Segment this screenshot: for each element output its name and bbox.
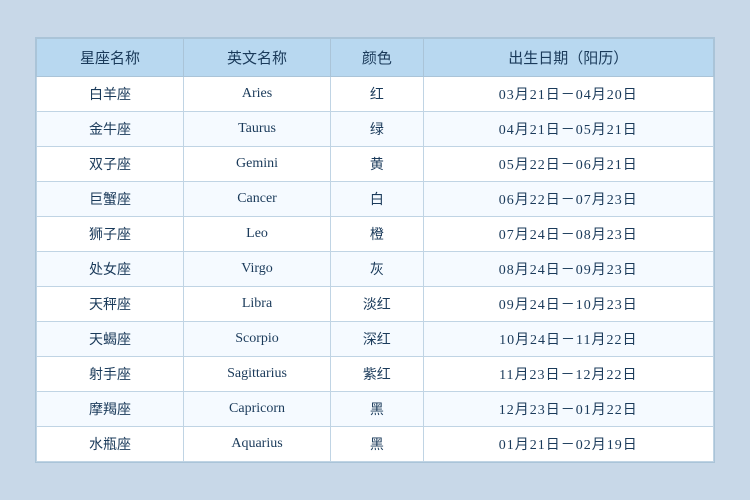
cell-english-name: Sagittarius — [184, 357, 331, 392]
table-row: 双子座Gemini黄05月22日－06月21日 — [37, 147, 714, 182]
cell-color: 橙 — [331, 217, 424, 252]
cell-english-name: Virgo — [184, 252, 331, 287]
table-row: 处女座Virgo灰08月24日－09月23日 — [37, 252, 714, 287]
cell-chinese-name: 白羊座 — [37, 77, 184, 112]
col-header-dates: 出生日期（阳历） — [423, 39, 713, 77]
cell-dates: 04月21日－05月21日 — [423, 112, 713, 147]
table-row: 摩羯座Capricorn黑12月23日－01月22日 — [37, 392, 714, 427]
cell-color: 灰 — [331, 252, 424, 287]
cell-chinese-name: 金牛座 — [37, 112, 184, 147]
table-row: 水瓶座Aquarius黑01月21日－02月19日 — [37, 427, 714, 462]
zodiac-table-container: 星座名称 英文名称 颜色 出生日期（阳历） 白羊座Aries红03月21日－04… — [35, 37, 715, 463]
cell-dates: 03月21日－04月20日 — [423, 77, 713, 112]
cell-chinese-name: 天秤座 — [37, 287, 184, 322]
cell-dates: 12月23日－01月22日 — [423, 392, 713, 427]
cell-color: 深红 — [331, 322, 424, 357]
col-header-chinese: 星座名称 — [37, 39, 184, 77]
cell-dates: 10月24日－11月22日 — [423, 322, 713, 357]
cell-chinese-name: 射手座 — [37, 357, 184, 392]
cell-dates: 01月21日－02月19日 — [423, 427, 713, 462]
cell-color: 红 — [331, 77, 424, 112]
cell-chinese-name: 巨蟹座 — [37, 182, 184, 217]
cell-color: 紫红 — [331, 357, 424, 392]
cell-color: 白 — [331, 182, 424, 217]
col-header-color: 颜色 — [331, 39, 424, 77]
table-row: 天秤座Libra淡红09月24日－10月23日 — [37, 287, 714, 322]
cell-color: 黑 — [331, 392, 424, 427]
cell-english-name: Taurus — [184, 112, 331, 147]
cell-chinese-name: 狮子座 — [37, 217, 184, 252]
zodiac-table: 星座名称 英文名称 颜色 出生日期（阳历） 白羊座Aries红03月21日－04… — [36, 38, 714, 462]
cell-dates: 05月22日－06月21日 — [423, 147, 713, 182]
cell-dates: 07月24日－08月23日 — [423, 217, 713, 252]
cell-chinese-name: 水瓶座 — [37, 427, 184, 462]
cell-english-name: Leo — [184, 217, 331, 252]
cell-dates: 06月22日－07月23日 — [423, 182, 713, 217]
table-header-row: 星座名称 英文名称 颜色 出生日期（阳历） — [37, 39, 714, 77]
table-row: 金牛座Taurus绿04月21日－05月21日 — [37, 112, 714, 147]
table-row: 狮子座Leo橙07月24日－08月23日 — [37, 217, 714, 252]
table-row: 天蝎座Scorpio深红10月24日－11月22日 — [37, 322, 714, 357]
cell-english-name: Gemini — [184, 147, 331, 182]
table-row: 巨蟹座Cancer白06月22日－07月23日 — [37, 182, 714, 217]
cell-english-name: Aquarius — [184, 427, 331, 462]
table-row: 射手座Sagittarius紫红11月23日－12月22日 — [37, 357, 714, 392]
table-body: 白羊座Aries红03月21日－04月20日金牛座Taurus绿04月21日－0… — [37, 77, 714, 462]
table-row: 白羊座Aries红03月21日－04月20日 — [37, 77, 714, 112]
cell-chinese-name: 摩羯座 — [37, 392, 184, 427]
cell-dates: 09月24日－10月23日 — [423, 287, 713, 322]
cell-english-name: Aries — [184, 77, 331, 112]
cell-chinese-name: 处女座 — [37, 252, 184, 287]
cell-dates: 11月23日－12月22日 — [423, 357, 713, 392]
cell-chinese-name: 天蝎座 — [37, 322, 184, 357]
cell-english-name: Libra — [184, 287, 331, 322]
col-header-english: 英文名称 — [184, 39, 331, 77]
cell-color: 黑 — [331, 427, 424, 462]
cell-english-name: Scorpio — [184, 322, 331, 357]
cell-chinese-name: 双子座 — [37, 147, 184, 182]
cell-color: 绿 — [331, 112, 424, 147]
cell-english-name: Capricorn — [184, 392, 331, 427]
cell-dates: 08月24日－09月23日 — [423, 252, 713, 287]
cell-color: 黄 — [331, 147, 424, 182]
cell-english-name: Cancer — [184, 182, 331, 217]
cell-color: 淡红 — [331, 287, 424, 322]
